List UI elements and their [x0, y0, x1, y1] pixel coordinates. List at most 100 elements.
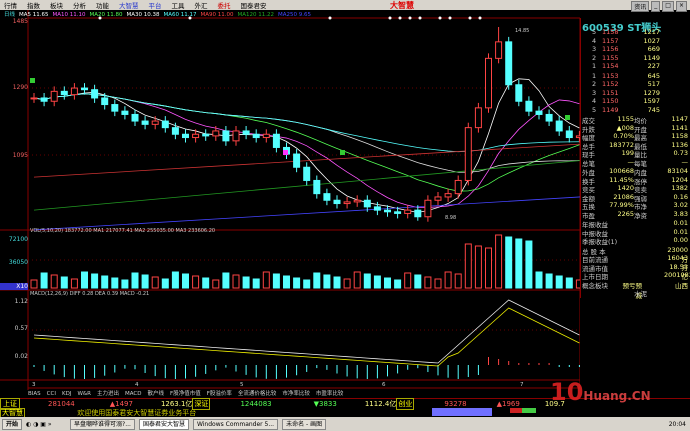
- quote-cell: 83104: [667, 167, 688, 175]
- volume-bar: [323, 274, 331, 289]
- quote-row: 5 1158 1217: [582, 28, 688, 37]
- macd-tick: 1.12: [14, 298, 28, 305]
- quote-cell: [622, 236, 642, 245]
- quote-cell: 3.83: [673, 209, 688, 218]
- quote-cell: 目前流通: [582, 256, 608, 264]
- quote-cell: [622, 271, 642, 280]
- quote-cell: [622, 228, 642, 237]
- quote-cell: 量比: [634, 151, 647, 159]
- candle-body: [373, 206, 381, 211]
- signal-marker: [30, 78, 35, 83]
- start-button[interactable]: 开始: [2, 418, 23, 430]
- candle-body: [444, 193, 452, 198]
- maximize-button[interactable]: □: [662, 1, 674, 12]
- quote-cell: [582, 54, 592, 63]
- candle-body: [171, 127, 179, 135]
- quote-cell: 199: [621, 149, 634, 157]
- menu-item[interactable]: 行情: [4, 0, 17, 10]
- quote-cell: 五换: [582, 203, 595, 211]
- quote-cell: 5: [592, 28, 597, 36]
- watermark-logo: 10Huang.CN: [550, 378, 651, 406]
- volume-bar: [555, 275, 563, 289]
- indicator-tab[interactable]: MACD: [125, 391, 142, 397]
- menu-item[interactable]: 外汇: [195, 0, 208, 10]
- indicator-tab[interactable]: BIAS: [28, 391, 41, 397]
- quote-cell: [622, 219, 642, 228]
- indicator-tab[interactable]: 市盈率比较: [316, 391, 344, 397]
- quote-cell: [642, 254, 664, 263]
- kline-chart[interactable]: [0, 10, 580, 390]
- volume-bar: [151, 276, 159, 289]
- candle-body: [303, 166, 311, 181]
- menu-item[interactable]: 国泰君安: [241, 0, 267, 10]
- menu-item[interactable]: 板块: [50, 0, 63, 10]
- quote-cell: 1156: [602, 45, 619, 53]
- close-button[interactable]: ×: [675, 1, 687, 12]
- quote-cell: 517: [647, 80, 660, 88]
- taskbar: 开始 ◐ ◑ ▣ » 早盘嘲哗谁得可溺?... 国泰君安大智慧 Windows …: [0, 417, 690, 431]
- event-marker: [398, 16, 402, 20]
- quote-cell: —: [627, 157, 635, 166]
- quote-cell: [642, 271, 664, 280]
- ticker-bar: 大智慧 欢迎使用国泰君安大智慧证券业务平台: [0, 408, 690, 418]
- ma-legend-item: MA10 11.10: [52, 12, 86, 18]
- quote-cell: 183772: [609, 140, 634, 149]
- quote-cell: 23000万: [667, 245, 688, 264]
- quote-row: 水泥: [582, 288, 688, 298]
- quote-cell: 0.00: [673, 236, 688, 244]
- menu-item[interactable]: 分析: [73, 0, 86, 10]
- volume-bar: [424, 276, 432, 289]
- quote-cell: ▲008: [616, 123, 634, 132]
- candle-body: [192, 133, 200, 139]
- news-button[interactable]: 资讯: [631, 1, 650, 12]
- candle-body: [555, 120, 563, 132]
- task-item[interactable]: 国泰君安大智慧: [138, 418, 189, 430]
- quote-cell: [604, 288, 634, 297]
- indicator-tab[interactable]: 全流通价格比较: [238, 391, 277, 397]
- event-marker: [328, 16, 332, 20]
- task-item[interactable]: 早盘嘲哗谁得可溺?...: [70, 418, 135, 430]
- indicator-tab[interactable]: 市净率比较: [282, 391, 310, 397]
- indicator-tab[interactable]: CCI: [47, 391, 56, 397]
- volume-bar: [293, 277, 301, 289]
- indicator-tab[interactable]: F股净值市值: [170, 391, 201, 397]
- candle-body: [343, 201, 351, 205]
- indicator-tab[interactable]: W&R: [77, 391, 91, 397]
- task-item[interactable]: 未命名 - 画图: [282, 418, 327, 430]
- quote-cell: [656, 288, 688, 297]
- quote-cell: 1151: [602, 88, 619, 97]
- indicator-tab[interactable]: F股溢价率: [207, 391, 232, 397]
- menu-item[interactable]: 功能: [96, 0, 109, 10]
- event-marker: [388, 16, 392, 20]
- menu-item[interactable]: 委托: [218, 0, 231, 10]
- quote-cell: 1279: [643, 88, 660, 97]
- indicator-tab[interactable]: KDJ: [62, 391, 71, 397]
- volume-bar: [70, 278, 78, 289]
- window-controls: 资讯 _ □ ×: [631, 1, 687, 12]
- quote-row: 1 1153 645: [582, 72, 688, 81]
- volume-bar: [222, 272, 230, 289]
- candle-body: [40, 97, 48, 102]
- indicator-tab[interactable]: 主力进出: [97, 391, 119, 397]
- quote-cell: [622, 254, 642, 263]
- quote-row: 季报收益(1) 0.00: [582, 236, 688, 246]
- menu-item[interactable]: 指数: [27, 0, 40, 10]
- menu-item[interactable]: 大智慧: [119, 0, 139, 10]
- minimize-button[interactable]: _: [651, 1, 661, 12]
- volume-bar: [252, 278, 260, 289]
- quote-cell: 外盘: [582, 169, 595, 177]
- quote-cell: 涨停: [634, 177, 647, 186]
- menu-item[interactable]: 工具: [172, 0, 185, 10]
- volume-bar: [454, 273, 462, 289]
- candle-body: [101, 97, 109, 106]
- volume-bar: [303, 279, 311, 289]
- quote-cell: 1204: [671, 175, 688, 184]
- quicklaunch-icons[interactable]: ◐ ◑ ▣ »: [26, 421, 66, 428]
- task-item[interactable]: Windows Commander 5...: [192, 418, 279, 430]
- volume-bar: [505, 236, 513, 289]
- quote-cell: 18.53亿: [669, 262, 688, 281]
- indicator-tab[interactable]: 散户线: [148, 391, 165, 397]
- candle-body: [313, 179, 321, 195]
- menu-item[interactable]: 平台: [149, 0, 162, 10]
- quote-cell: 3: [592, 45, 597, 53]
